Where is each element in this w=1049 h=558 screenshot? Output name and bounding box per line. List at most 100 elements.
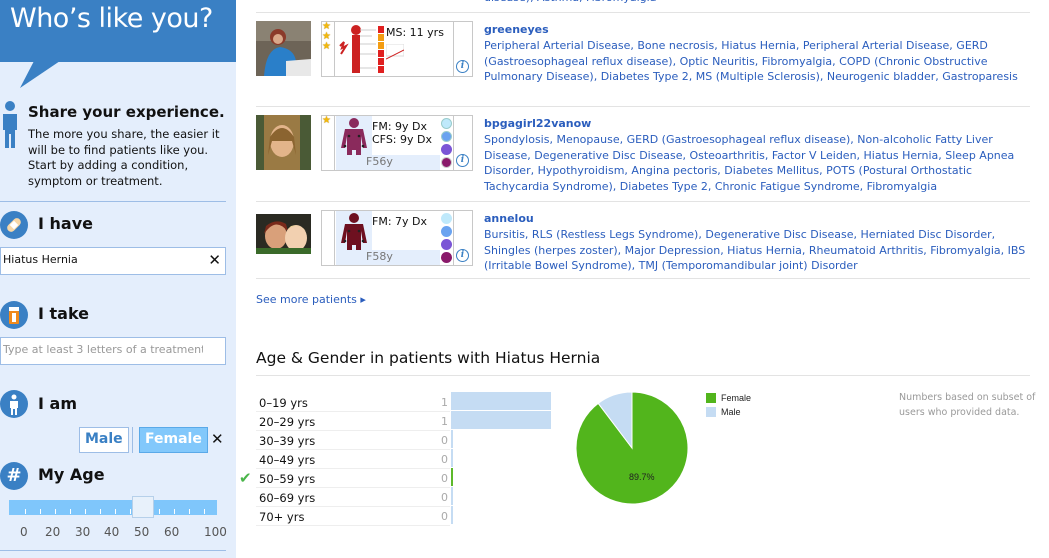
- row-divider: [256, 201, 1030, 202]
- star-icon: ★: [322, 115, 331, 126]
- i-have-label: I have: [38, 214, 93, 233]
- diagnosis-text: FM: 9y Dx CFS: 9y Dx: [372, 120, 432, 146]
- age-row: 40–49 yrs 0: [256, 450, 450, 469]
- age-row: 20–29 yrs 1: [256, 412, 450, 431]
- row-divider: [256, 12, 1030, 13]
- status-dot: [441, 131, 452, 142]
- age-bar: [451, 411, 551, 429]
- diagnosis-line: FM: 9y Dx: [372, 120, 428, 133]
- patient-profile-card[interactable]: F58y FM: 7y Dx i: [321, 210, 473, 266]
- patient-username-link[interactable]: bpgagirl22vanow: [484, 117, 591, 130]
- age-bar-chart: [451, 392, 551, 525]
- gender-separator: [132, 427, 133, 453]
- age-bar: [451, 468, 453, 486]
- age-scale-label: 100: [204, 525, 227, 539]
- age-row: ✔ 50–59 yrs 0: [239, 469, 450, 488]
- patient-username-link[interactable]: greeneyes: [484, 23, 549, 36]
- patient-conditions[interactable]: Peripheral Arterial Disease, Bone necros…: [484, 38, 1034, 85]
- age-count-label: 0: [441, 491, 448, 504]
- gender-legend: Female Male: [706, 391, 751, 419]
- status-dot: [441, 157, 452, 168]
- age-range-label: 50–59 yrs: [259, 472, 316, 486]
- row-divider: [256, 278, 1030, 279]
- female-button[interactable]: Female: [139, 427, 208, 453]
- age-scale-label: 30: [75, 525, 91, 539]
- patient-username-link[interactable]: annelou: [484, 212, 534, 225]
- age-scale-label: 40: [104, 525, 120, 539]
- clear-condition-icon[interactable]: ✕: [208, 251, 221, 269]
- patient-conditions[interactable]: Spondylosis, Menopause, GERD (Gastroesop…: [484, 132, 1034, 194]
- person-icon: [3, 101, 17, 148]
- trend-chart-icon: [386, 44, 404, 60]
- age-row: 0–19 yrs 1: [256, 393, 450, 412]
- age-slider-handle[interactable]: [132, 496, 154, 518]
- banner: Who’s like you?: [0, 0, 236, 62]
- age-distribution-table: 0–19 yrs 1 20–29 yrs 1 30–39 yrs 0 40–49 yrs 0 ✔…: [239, 393, 450, 526]
- age-count-label: 0: [441, 510, 448, 523]
- section-divider: [256, 375, 1030, 376]
- legend-label: Male: [721, 407, 741, 417]
- banner-title: Who’s like you?: [10, 3, 213, 34]
- diagnosis-text: MS: 11 yrs: [386, 26, 444, 39]
- treatment-field[interactable]: [0, 337, 226, 365]
- age-range-label: 70+ yrs: [259, 510, 305, 524]
- clear-gender-icon[interactable]: ✕: [211, 430, 224, 448]
- data-note: Numbers based on subset of users who pro…: [899, 392, 1036, 418]
- condition-input[interactable]: [3, 253, 203, 266]
- avatar[interactable]: [256, 214, 311, 254]
- speech-bubble-tail: [20, 61, 60, 88]
- age-row: 70+ yrs 0: [256, 507, 450, 526]
- patient-profile-card[interactable]: ★ F56y FM: 9y Dx CFS: 9y Dx i: [321, 115, 473, 171]
- divider: [0, 550, 226, 551]
- share-description: The more you share, the easier it will b…: [28, 127, 220, 188]
- star-icon: ★: [322, 41, 331, 52]
- status-dot: [441, 118, 452, 129]
- legend-item: Male: [706, 405, 751, 419]
- see-more-patients-link[interactable]: See more patients ▸: [256, 293, 366, 306]
- section-title: Age & Gender in patients with Hiatus Her…: [256, 349, 601, 367]
- person-circle-icon: [0, 390, 28, 418]
- my-age-label: My Age: [38, 465, 105, 484]
- info-icon[interactable]: i: [456, 154, 469, 167]
- age-bar: [451, 392, 551, 410]
- age-bar: [451, 506, 453, 524]
- treatment-input[interactable]: [3, 343, 203, 356]
- age-range-label: 0–19 yrs: [259, 396, 308, 410]
- checkmark-icon: ✔: [239, 469, 252, 487]
- body-figure-icon: [339, 25, 384, 73]
- age-range-label: 20–29 yrs: [259, 415, 316, 429]
- age-count-label: 0: [441, 453, 448, 466]
- patient-conditions[interactable]: Bursitis, RLS (Restless Legs Syndrome), …: [484, 227, 1034, 274]
- diagnosis-line: CFS: 9y Dx: [372, 133, 432, 146]
- demographics: F56y: [336, 155, 440, 170]
- status-dots: [440, 118, 454, 170]
- bandage-icon: [0, 211, 28, 239]
- age-scale-label: 50: [134, 525, 150, 539]
- age-count-label: 0: [441, 472, 448, 485]
- previous-patient-conditions[interactable]: disease), Asthma, Fibromyalgia: [484, 0, 656, 4]
- legend-swatch: [706, 407, 716, 417]
- avatar[interactable]: [256, 115, 311, 170]
- info-icon[interactable]: i: [456, 249, 469, 262]
- age-range-label: 60–69 yrs: [259, 491, 316, 505]
- age-slider-track[interactable]: [9, 500, 217, 515]
- age-row: 60–69 yrs 0: [256, 488, 450, 507]
- age-count-label: 1: [441, 396, 448, 409]
- hash-icon: #: [0, 462, 28, 490]
- pie-data-label: 89.7%: [629, 472, 655, 482]
- avatar[interactable]: [256, 21, 311, 76]
- male-button[interactable]: Male: [79, 427, 129, 453]
- legend-item: Female: [706, 391, 751, 405]
- patient-profile-card[interactable]: ★ ★ ★ MS: 11 yrs i: [321, 21, 473, 77]
- share-title: Share your experience.: [28, 103, 225, 121]
- i-take-label: I take: [38, 304, 90, 323]
- condition-field[interactable]: ✕: [0, 247, 226, 275]
- legend-swatch: [706, 393, 716, 403]
- diagnosis-text: FM: 7y Dx: [372, 215, 428, 228]
- gender-pie-chart: 89.7%: [576, 392, 689, 505]
- info-icon[interactable]: i: [456, 60, 469, 73]
- age-bar: [451, 449, 453, 467]
- age-scale-label: 60: [164, 525, 180, 539]
- status-dot: [441, 213, 452, 224]
- age-count-label: 0: [441, 434, 448, 447]
